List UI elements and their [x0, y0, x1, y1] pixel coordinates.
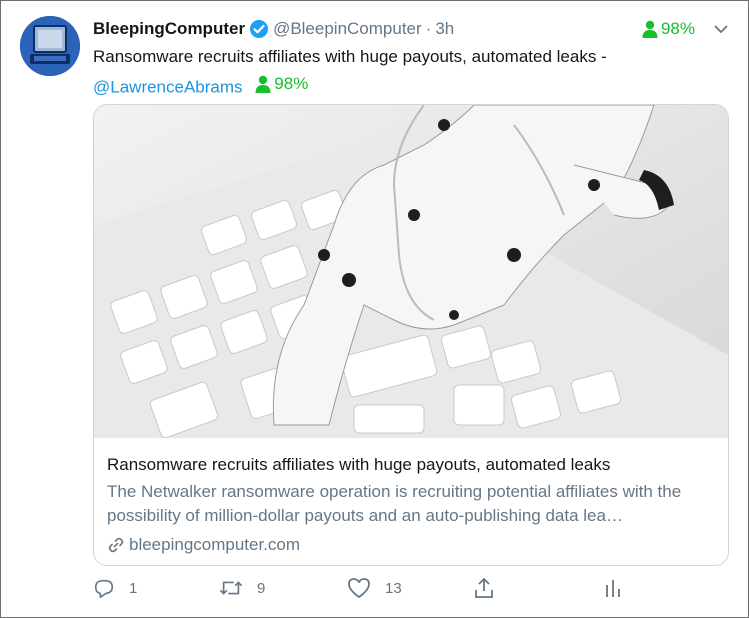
link-card[interactable]: Ransomware recruits affiliates with huge… — [93, 104, 729, 566]
share-icon — [475, 577, 493, 598]
computer-logo-icon — [20, 16, 80, 76]
mention-score: 98% — [274, 74, 309, 93]
tweet-actions: 1 9 13 — [93, 577, 733, 605]
reply-button[interactable]: 1 — [93, 577, 137, 599]
author-name[interactable]: BleepingComputer — [93, 19, 245, 39]
analytics-icon — [606, 580, 620, 597]
retweet-icon — [219, 581, 243, 595]
like-count: 13 — [385, 579, 402, 597]
retweet-button[interactable]: 9 — [219, 577, 265, 599]
mention-link[interactable]: @LawrenceAbrams — [93, 78, 243, 97]
robot-keyboard-image — [94, 105, 728, 439]
mention-score-badge: 98% — [255, 70, 308, 97]
tweet-time[interactable]: 3h — [435, 19, 454, 39]
card-domain: bleepingcomputer.com — [107, 533, 716, 557]
reply-icon — [94, 579, 114, 598]
reply-count: 1 — [129, 579, 138, 597]
heart-icon — [348, 578, 370, 598]
card-title: Ransomware recruits affiliates with huge… — [107, 455, 611, 474]
avatar[interactable] — [20, 16, 80, 76]
person-icon — [642, 20, 658, 38]
link-icon — [108, 537, 124, 553]
retweet-count: 9 — [257, 579, 266, 597]
chevron-down-icon[interactable] — [713, 21, 729, 37]
share-button[interactable] — [473, 577, 509, 599]
card-image[interactable] — [94, 105, 728, 439]
author-score-badge: 98% — [642, 19, 695, 39]
like-button[interactable]: 13 — [347, 577, 402, 599]
separator-dot: · — [425, 19, 432, 38]
person-icon — [255, 75, 271, 93]
tweet-text: Ransomware recruits affiliates with huge… — [93, 43, 733, 101]
analytics-button[interactable] — [603, 577, 637, 599]
card-body: Ransomware recruits affiliates with huge… — [107, 453, 716, 557]
card-description: The Netwalker ransomware operation is re… — [107, 482, 682, 525]
card-domain-text: bleepingcomputer.com — [129, 535, 301, 554]
author-handle[interactable]: @BleepinComputer — [273, 19, 422, 39]
tweet-body: Ransomware recruits affiliates with huge… — [93, 47, 607, 66]
verified-icon — [249, 19, 269, 39]
tweet-header: BleepingComputer @BleepinComputer · 3h 9… — [93, 17, 729, 41]
author-score: 98% — [660, 19, 695, 38]
